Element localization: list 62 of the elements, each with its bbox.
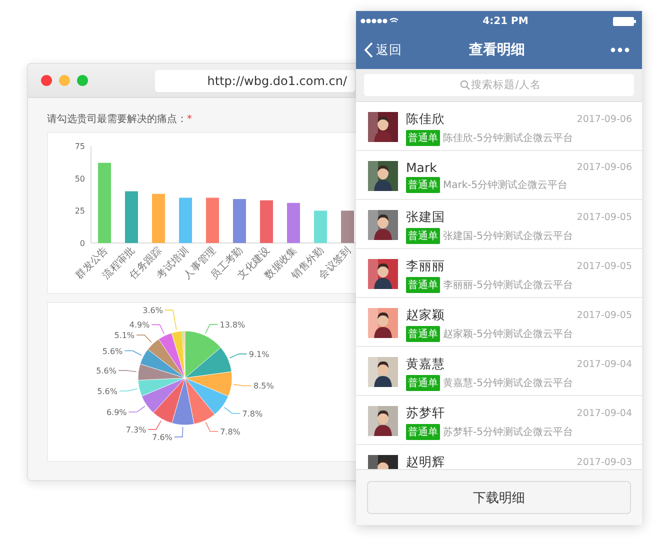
person-name: 陈佳欣 xyxy=(406,111,445,128)
type-tag: 普通单 xyxy=(406,375,440,391)
item-subtitle: 张建国-5分钟测试企微云平台 xyxy=(443,230,573,243)
list-item[interactable]: 苏梦轩 2017-09-04 普通单 苏梦轩-5分钟测试企微云平台 xyxy=(356,396,642,445)
slice-label: 9.1% xyxy=(248,350,270,359)
person-name: Mark xyxy=(406,160,437,175)
list-item[interactable]: 张建国 2017-09-05 普通单 张建国-5分钟测试企微云平台 xyxy=(356,200,642,249)
axis-tick-label: 0 xyxy=(80,239,85,248)
date-text: 2017-09-04 xyxy=(576,359,632,370)
date-text: 2017-09-05 xyxy=(576,310,632,321)
type-tag: 普通单 xyxy=(406,130,440,146)
person-name: 黄嘉慧 xyxy=(406,356,445,373)
slice-label: 7.8% xyxy=(242,409,263,418)
item-subtitle: 苏梦轩-5分钟测试企微云平台 xyxy=(443,426,573,439)
search-field[interactable]: 搜索标题/人名 xyxy=(364,74,634,96)
slice-label: 5.6% xyxy=(102,346,123,356)
page-title: 查看明细 xyxy=(469,41,525,59)
item-subtitle: 赵家颖-5分钟测试企微云平台 xyxy=(443,328,573,341)
date-text: 2017-09-04 xyxy=(576,408,632,419)
person-name: 李丽丽 xyxy=(406,258,445,275)
download-button[interactable]: 下载明细 xyxy=(367,481,631,514)
back-button[interactable]: 返回 xyxy=(364,42,402,58)
slice-label: 5.1% xyxy=(114,331,135,340)
slice-label: 7.8% xyxy=(220,427,240,436)
person-name: 张建国 xyxy=(406,209,445,226)
question-text: 请勾选贵司最需要解决的痛点：* xyxy=(47,112,193,126)
slice-label: 4.9% xyxy=(129,320,150,330)
person-name: 赵明辉 xyxy=(406,454,445,469)
type-tag: 普通单 xyxy=(406,177,440,193)
date-text: 2017-09-05 xyxy=(576,212,632,223)
slice-label: 7.6% xyxy=(152,432,172,442)
item-subtitle: Mark-5分钟测试企微云平台 xyxy=(443,178,568,192)
slice-label: 8.5% xyxy=(254,382,274,391)
date-text: 2017-09-05 xyxy=(576,261,632,272)
date-text: 2017-09-06 xyxy=(576,162,632,173)
person-name: 赵家颖 xyxy=(406,307,445,324)
slice-label: 5.6% xyxy=(96,366,116,376)
date-text: 2017-09-03 xyxy=(576,457,632,468)
person-name: 苏梦轩 xyxy=(406,405,445,422)
type-tag: 普通单 xyxy=(406,228,440,244)
address-field[interactable]: http://wbg.do1.com.cn/ xyxy=(155,70,355,92)
list-item[interactable]: Mark 2017-09-06 普通单 Mark-5分钟测试企微云平台 xyxy=(356,151,642,200)
item-subtitle: 黄嘉慧-5分钟测试企微云平台 xyxy=(443,376,573,390)
axis-tick-label: 50 xyxy=(74,174,85,184)
type-tag: 普通单 xyxy=(406,277,440,293)
list-item[interactable]: 陈佳欣 2017-09-06 普通单 陈佳欣-5分钟测试企微云平台 xyxy=(356,102,642,151)
slice-label: 6.9% xyxy=(106,408,127,418)
list-item[interactable]: 赵家颖 2017-09-05 普通单 赵家颖-5分钟测试企微云平台 xyxy=(356,298,642,347)
type-tag: 普通单 xyxy=(406,424,440,440)
slice-label: 5.6% xyxy=(97,387,118,396)
axis-tick-label: 25 xyxy=(74,206,85,216)
item-subtitle: 陈佳欣-5分钟测试企微云平台 xyxy=(443,132,573,145)
item-subtitle: 李丽丽-5分钟测试企微云平台 xyxy=(443,278,573,292)
slice-label: 7.3% xyxy=(126,425,146,434)
list-item[interactable]: 李丽丽 2017-09-05 普通单 李丽丽-5分钟测试企微云平台 xyxy=(356,249,642,298)
date-text: 2017-09-06 xyxy=(576,114,632,125)
list-item[interactable]: 黄嘉慧 2017-09-04 普通单 黄嘉慧-5分钟测试企微云平台 xyxy=(356,347,642,396)
slice-label: 3.6% xyxy=(142,306,163,316)
status-time: 4:21 PM xyxy=(482,16,528,26)
slice-label: 13.8% xyxy=(220,320,246,330)
type-tag: 普通单 xyxy=(406,326,440,342)
axis-tick-label: 75 xyxy=(74,142,85,151)
